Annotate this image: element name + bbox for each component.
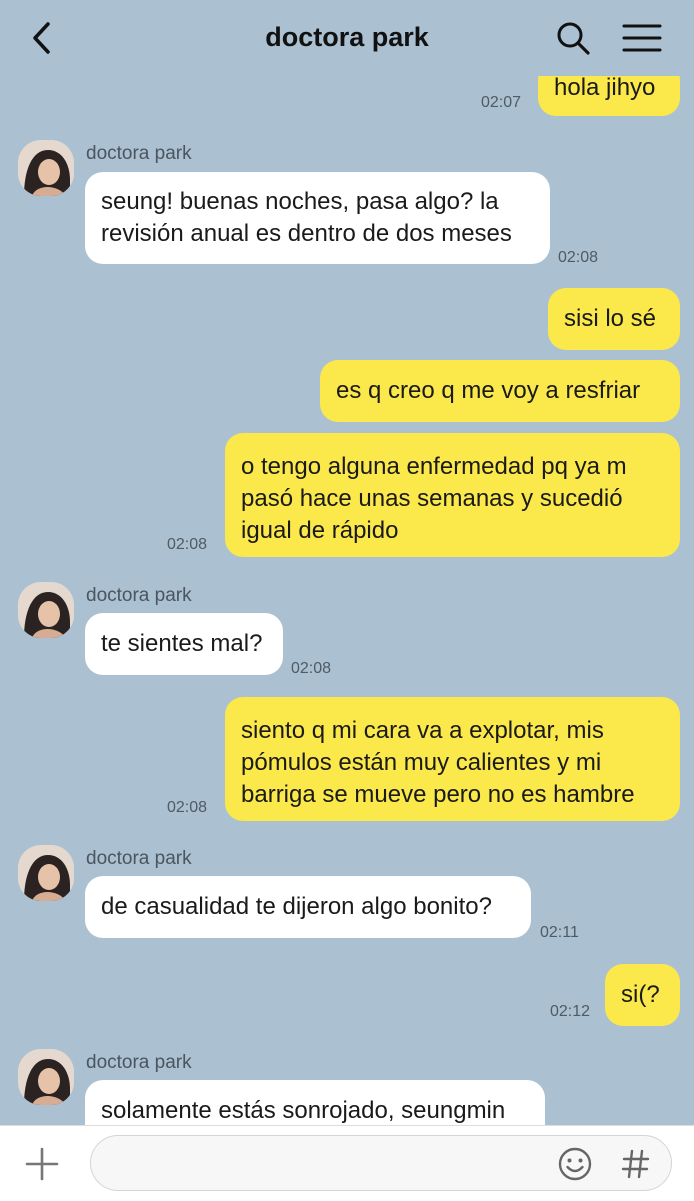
sender-name: doctora park — [86, 848, 192, 869]
message-text: sisi lo sé — [564, 305, 657, 332]
sent-message-bubble[interactable]: siento q mi cara va a explotar, mis pómu… — [225, 697, 680, 821]
avatar[interactable] — [18, 845, 74, 901]
attach-button[interactable] — [24, 1146, 60, 1182]
message-text: es q creo q me voy a resfriar — [336, 377, 641, 404]
message-text-line: siento q mi cara va a explotar, mis — [241, 717, 604, 744]
received-message-bubble[interactable]: te sientes mal? — [85, 613, 283, 675]
avatar-photo-icon — [18, 582, 74, 638]
message-time: 02:11 — [540, 924, 579, 941]
hamburger-menu-icon — [622, 24, 662, 52]
message-time: 02:08 — [291, 660, 332, 677]
message-text-line: revisión anual es dentro de dos meses — [101, 220, 512, 247]
sender-name: doctora park — [86, 143, 192, 164]
message-text: hola jihyo — [554, 74, 656, 101]
message-text: de casualidad te dijeron algo bonito? — [101, 893, 492, 920]
sender-name: doctora park — [86, 585, 192, 606]
message-input[interactable] — [111, 1148, 545, 1180]
plus-icon — [25, 1147, 59, 1181]
avatar-photo-icon — [18, 845, 74, 901]
sent-message-bubble[interactable]: es q creo q me voy a resfriar — [320, 360, 680, 422]
chat-header: doctora park — [0, 0, 694, 76]
message-input-bar — [0, 1125, 694, 1201]
message-text: te sientes mal? — [101, 630, 263, 657]
message-text: solamente estás sonrojado, seungmin — [101, 1097, 506, 1124]
sent-message-bubble[interactable]: o tengo alguna enfermedad pq ya m pasó h… — [225, 433, 680, 557]
received-message-bubble[interactable]: solamente estás sonrojado, seungmin — [85, 1080, 545, 1125]
message-time: 02:07 — [481, 94, 522, 111]
menu-button[interactable] — [620, 18, 664, 58]
received-message-bubble[interactable]: seung! buenas noches, pasa algo? la revi… — [85, 172, 550, 264]
message-text-line: o tengo alguna enfermedad pq ya m — [241, 453, 627, 480]
sent-message-bubble[interactable]: si(? — [605, 964, 680, 1026]
sender-name: doctora park — [86, 1052, 192, 1073]
hash-button[interactable] — [619, 1146, 653, 1182]
emoji-button[interactable] — [557, 1146, 593, 1182]
message-time: 02:12 — [550, 1003, 591, 1020]
received-message-bubble[interactable]: de casualidad te dijeron algo bonito? — [85, 876, 531, 938]
avatar[interactable] — [18, 582, 74, 638]
avatar[interactable] — [18, 1049, 74, 1105]
search-icon — [557, 22, 590, 55]
avatar-photo-icon — [18, 1049, 74, 1105]
hash-icon — [621, 1149, 650, 1179]
emoji-icon — [558, 1147, 592, 1181]
message-time: 02:08 — [167, 799, 208, 816]
message-input-container[interactable] — [90, 1135, 672, 1191]
avatar[interactable] — [18, 140, 74, 196]
message-text-line: barriga se mueve pero no es hambre — [241, 781, 635, 808]
message-time: 02:08 — [167, 536, 208, 553]
search-button[interactable] — [553, 18, 593, 58]
avatar-photo-icon — [18, 140, 74, 196]
message-text: si(? — [621, 981, 660, 1008]
message-text-line: seung! buenas noches, pasa algo? la — [101, 188, 499, 215]
chat-area[interactable]: 02:07 hola jihyo doctora park seung! bue… — [0, 0, 694, 1125]
sent-message-bubble[interactable]: sisi lo sé — [548, 288, 680, 350]
message-text-line: pasó hace unas semanas y sucedió — [241, 485, 623, 512]
message-time: 02:08 — [558, 249, 599, 266]
message-text-line: igual de rápido — [241, 517, 399, 544]
message-text-line: pómulos están muy calientes y mi — [241, 749, 602, 776]
